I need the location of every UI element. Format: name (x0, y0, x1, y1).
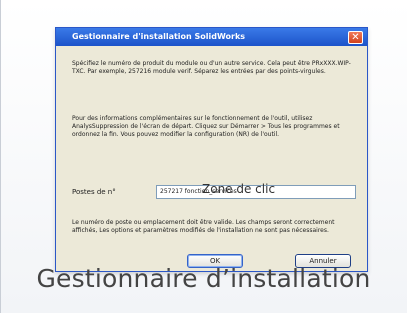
instructions-paragraph-2: Pour des informations complémentaires su… (72, 115, 340, 138)
close-button[interactable]: ✕ (348, 31, 363, 44)
close-icon: ✕ (351, 32, 360, 43)
caption-title: Gestionnaire d’installation (36, 264, 371, 293)
installation-dialog: Gestionnaire d'installation SolidWorks ✕… (55, 27, 368, 272)
click-zone-label: Zone de clic (202, 182, 276, 196)
instructions-paragraph-1: Spécifiez le numéro de produit du module… (72, 60, 351, 75)
instructions-paragraph-3: Le numéro de poste ou emplacement doit ê… (72, 219, 335, 234)
field-label: Postes de n° (72, 188, 116, 196)
dialog-titlebar: Gestionnaire d'installation SolidWorks ✕ (56, 28, 367, 46)
dialog-title: Gestionnaire d'installation SolidWorks (72, 32, 246, 41)
